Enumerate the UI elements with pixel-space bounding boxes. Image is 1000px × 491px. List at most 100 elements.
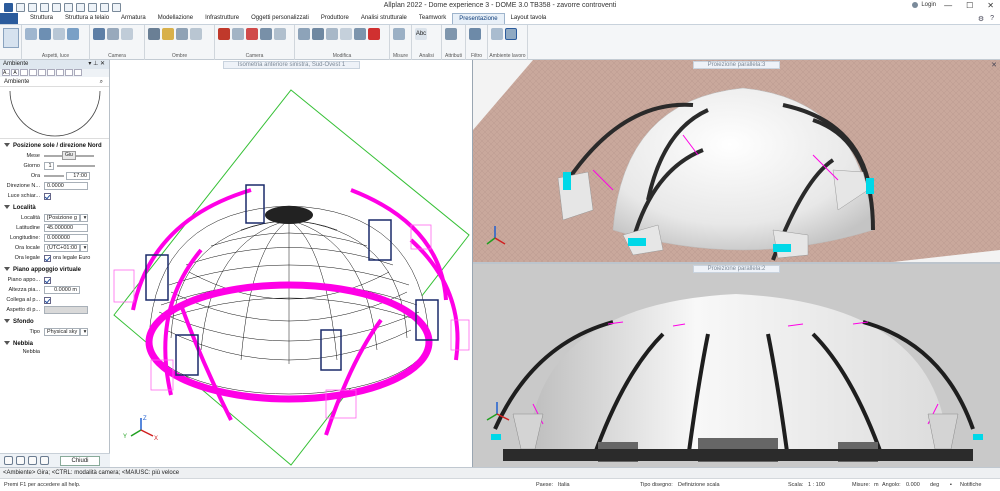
altezza-field[interactable]: 0.0000 m	[44, 286, 80, 294]
aspetto-field[interactable]	[44, 306, 88, 314]
tab-layout-tavola[interactable]: Layout tavola	[505, 13, 553, 24]
maximize-button[interactable]: ☐	[966, 1, 973, 10]
panel-tab[interactable]	[38, 69, 46, 76]
path-icon[interactable]	[218, 28, 230, 40]
panel-tab[interactable]: A..	[2, 69, 10, 76]
save-icon[interactable]	[40, 2, 49, 12]
panel-tab[interactable]	[65, 69, 73, 76]
login-area[interactable]: Login	[912, 2, 936, 8]
pin-icon[interactable]: ⊥	[93, 61, 98, 67]
section-sfondo[interactable]: Sfondo	[0, 315, 109, 327]
delete-icon[interactable]	[368, 28, 380, 40]
new-icon[interactable]	[16, 2, 25, 12]
light-icon[interactable]	[53, 28, 65, 40]
scala-value[interactable]: 1 : 100	[808, 479, 825, 491]
search-icon[interactable]: ⌕	[100, 77, 103, 86]
workspace-icon[interactable]	[491, 28, 503, 40]
panel-tab[interactable]	[74, 69, 82, 76]
view-icon[interactable]	[25, 28, 37, 40]
section-localita[interactable]: Località	[0, 201, 109, 213]
tab-infrastrutture[interactable]: Infrastrutture	[199, 13, 245, 24]
panel-tab[interactable]	[20, 69, 28, 76]
favorite-open-icon[interactable]	[4, 456, 13, 465]
panel-tab[interactable]	[47, 69, 55, 76]
panel-tab[interactable]	[56, 69, 64, 76]
help-icon[interactable]	[40, 456, 49, 465]
favorite-save-icon[interactable]	[16, 456, 25, 465]
misure-value[interactable]: m	[874, 479, 879, 491]
tipo-disegno-value[interactable]: Definizione scala	[678, 479, 720, 491]
camera-path-icon[interactable]	[107, 28, 119, 40]
redo-icon[interactable]	[76, 2, 85, 12]
paste-icon[interactable]	[112, 2, 121, 12]
transfer-icon[interactable]	[28, 456, 37, 465]
ora-slider[interactable]	[44, 175, 64, 177]
record-icon[interactable]	[246, 28, 258, 40]
cut-icon[interactable]	[88, 2, 97, 12]
oralocale-dropdown-icon[interactable]: ▾	[80, 244, 88, 252]
close-button[interactable]: Chiudi	[60, 455, 100, 466]
close-icon[interactable]: ✕	[991, 61, 997, 69]
angolo-value[interactable]: 0.000	[906, 479, 920, 491]
play-icon[interactable]	[260, 28, 272, 40]
render-icon[interactable]	[39, 28, 51, 40]
localita-dropdown-icon[interactable]: ▾	[80, 214, 88, 222]
shadow-icon[interactable]	[148, 28, 160, 40]
attributes-icon[interactable]	[445, 28, 457, 40]
minimize-button[interactable]: —	[944, 1, 952, 10]
viewport-parallel-3[interactable]: Proiezione parallela:3 ✕	[473, 60, 1000, 262]
copy-icon[interactable]	[298, 28, 310, 40]
walk-icon[interactable]	[232, 28, 244, 40]
notification-icon[interactable]: ▪	[950, 479, 952, 491]
oralocale-field[interactable]: (UTC+01:00	[44, 244, 80, 252]
section-sun[interactable]: Posizione sole / direzione Nord	[0, 139, 109, 151]
help-icon[interactable]: ?	[990, 15, 994, 23]
ribbon-big-button[interactable]	[0, 25, 22, 60]
longitudine-field[interactable]: 0.000000	[44, 234, 88, 242]
undo-icon[interactable]	[64, 2, 73, 12]
paese-value[interactable]: Italia	[558, 479, 570, 491]
viewport-parallel-2[interactable]: Proiezione parallela:2	[473, 264, 1000, 467]
tab-produttore[interactable]: Produttore	[315, 13, 355, 24]
mirror-icon[interactable]	[340, 28, 352, 40]
frame-icon[interactable]	[274, 28, 286, 40]
tipo-field[interactable]: Physical sky	[44, 328, 80, 336]
shadow-settings-icon[interactable]	[176, 28, 188, 40]
giorno-field[interactable]: 1	[44, 162, 54, 170]
app-menu-button[interactable]	[0, 13, 18, 24]
notifiche-label[interactable]: Notifiche	[960, 479, 981, 491]
panel-tab[interactable]	[29, 69, 37, 76]
luce-checkbox[interactable]	[44, 192, 51, 200]
oralegale-checkbox[interactable]	[44, 254, 51, 262]
tab-presentazione[interactable]: Presentazione	[452, 13, 505, 24]
text-abc-icon[interactable]: Abc	[415, 28, 427, 40]
direzione-field[interactable]: 0.0000	[44, 182, 88, 190]
section-nebbia[interactable]: Nebbia	[0, 337, 109, 349]
tab-teamwork[interactable]: Teamwork	[413, 13, 452, 24]
close-window-button[interactable]: ✕	[987, 1, 994, 10]
print-icon[interactable]	[52, 2, 61, 12]
pianoapp-checkbox[interactable]	[44, 276, 51, 284]
workspace-active-icon[interactable]	[505, 28, 517, 40]
ora-field[interactable]: 17:00	[66, 172, 90, 180]
sun-position-icon[interactable]	[162, 28, 174, 40]
camera-target-icon[interactable]	[121, 28, 133, 40]
app-icon[interactable]	[4, 2, 13, 12]
collega-checkbox[interactable]	[44, 296, 51, 304]
sun-icon[interactable]	[67, 28, 79, 40]
copy-icon[interactable]	[100, 2, 109, 12]
viewport-isometric[interactable]: Isometria anteriore sinistra, Sud-Ovest …	[111, 60, 472, 467]
measure-icon[interactable]	[393, 28, 405, 40]
tab-struttura-a-telaio[interactable]: Struttura a telaio	[59, 13, 115, 24]
localita-field[interactable]: [Posizione g	[44, 214, 80, 222]
tab-struttura[interactable]: Struttura	[24, 13, 59, 24]
tipo-dropdown-icon[interactable]: ▾	[80, 328, 88, 336]
tab-oggetti-personalizzati[interactable]: Oggetti personalizzati	[245, 13, 315, 24]
camera-icon[interactable]	[93, 28, 105, 40]
dropdown-icon[interactable]: ▾	[88, 61, 91, 67]
login-label[interactable]: Login	[921, 2, 936, 8]
gear-icon[interactable]: ⚙	[978, 15, 984, 23]
tab-armatura[interactable]: Armatura	[115, 13, 152, 24]
close-icon[interactable]: ✕	[100, 61, 105, 67]
panel-tab[interactable]: A	[11, 69, 19, 76]
